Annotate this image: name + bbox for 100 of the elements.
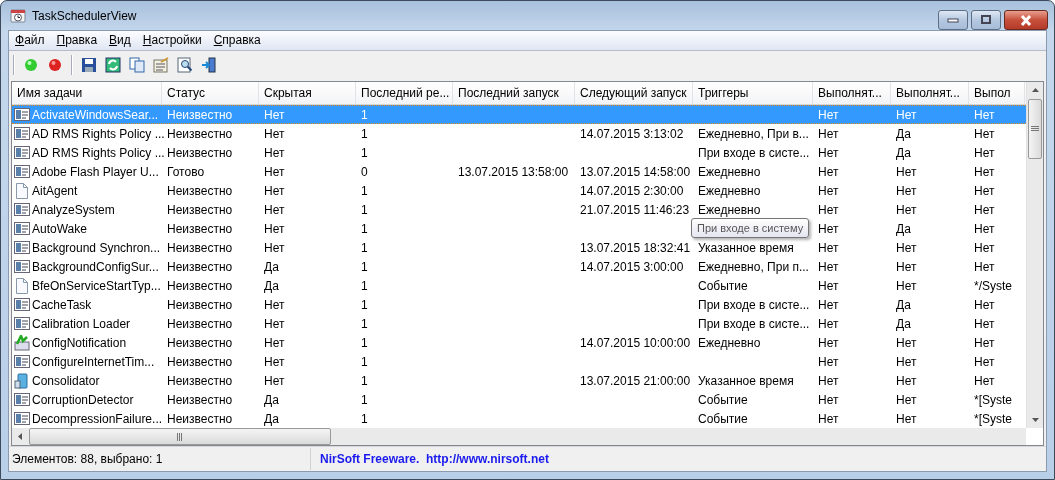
table-cell: Нет <box>896 202 917 217</box>
table-cell: Нет <box>818 145 839 160</box>
table-cell: Нет <box>974 354 995 369</box>
table-cell: 14.07.2015 3:13:02 <box>580 126 684 141</box>
window-icon <box>14 239 30 256</box>
table-cell: Неизвестно <box>167 373 233 388</box>
minimize-button[interactable] <box>938 10 968 30</box>
table-cell: Нет <box>896 164 917 179</box>
table-cell: BfeOnServiceStartTyp... <box>32 278 161 293</box>
table-cell: 1 <box>361 335 368 350</box>
table-cell: Нет <box>818 126 839 141</box>
table-cell: Событие <box>698 411 748 426</box>
website-link[interactable]: NirSoft Freeware. http://www.nirsoft.net <box>311 452 549 466</box>
column-header[interactable]: Скрытая <box>259 82 356 104</box>
maximize-button[interactable] <box>971 10 1001 30</box>
start-icon[interactable] <box>23 57 39 73</box>
column-header[interactable]: Выполнят... <box>813 82 891 104</box>
menu-item[interactable]: Справка <box>207 32 267 49</box>
table-cell: Нет <box>896 107 917 122</box>
table-cell: Нет <box>264 164 285 179</box>
refresh-icon[interactable] <box>105 57 121 73</box>
table-cell: Да <box>896 145 911 160</box>
table-cell: Неизвестно <box>167 259 233 274</box>
clock-icon <box>10 7 26 24</box>
stop-icon[interactable] <box>47 57 63 73</box>
menu-item[interactable]: Правка <box>50 32 104 49</box>
menu-item[interactable]: Файл <box>9 32 51 49</box>
table-cell: Нет <box>818 107 839 122</box>
table-cell: AutoWake <box>32 221 87 236</box>
table-cell: *[Syste <box>974 411 1012 426</box>
table-cell: CacheTask <box>32 297 92 312</box>
table-cell: Да <box>896 221 911 236</box>
table-cell: Нет <box>974 221 995 236</box>
column-header[interactable]: Статус <box>162 82 259 104</box>
table-cell: Нет <box>974 240 995 255</box>
table-cell: Нет <box>264 107 285 122</box>
column-header[interactable]: Выполнят... <box>891 82 969 104</box>
table-cell: 1 <box>361 392 368 407</box>
table-cell: Нет <box>896 259 917 274</box>
column-header[interactable]: Следующий запуск <box>575 82 693 104</box>
table-cell: Неизвестно <box>167 316 233 331</box>
find-icon[interactable] <box>177 57 193 73</box>
table-cell: Нет <box>896 373 917 388</box>
save-icon[interactable] <box>81 57 97 73</box>
horizontal-scrollbar[interactable] <box>12 428 1026 445</box>
table-cell: 21.07.2015 11:46:23 <box>580 202 690 217</box>
maximize-icon <box>980 15 992 25</box>
close-icon <box>1019 14 1033 26</box>
copy-icon[interactable] <box>129 57 145 73</box>
table-cell: Нет <box>818 202 839 217</box>
exit-icon[interactable] <box>201 57 217 73</box>
vertical-scrollbar[interactable] <box>1026 82 1043 428</box>
table-cell: AD RMS Rights Policy ... <box>32 126 165 141</box>
column-header[interactable]: Выпол <box>969 82 1025 104</box>
close-button[interactable] <box>1004 10 1048 30</box>
table-cell: Да <box>264 278 279 293</box>
table-cell: Нет <box>264 202 285 217</box>
window-icon <box>14 410 30 427</box>
table-cell: AD RMS Rights Policy ... <box>32 145 165 160</box>
table-cell: Нет <box>818 278 839 293</box>
table-cell: 1 <box>361 183 368 198</box>
table-cell: Нет <box>818 335 839 350</box>
table-cell: 1 <box>361 278 368 293</box>
window-icon <box>14 258 30 275</box>
table-cell: Ежедневно, При п... <box>698 259 809 274</box>
table-cell: CorruptionDetector <box>32 392 134 407</box>
table-cell: 14.07.2015 3:00:00 <box>580 259 684 274</box>
window-icon <box>14 144 30 161</box>
table-cell: Нет <box>818 221 839 236</box>
table-cell: 1 <box>361 126 368 141</box>
column-header[interactable]: Имя задачи <box>12 82 162 104</box>
table-cell: Нет <box>264 297 285 312</box>
table-cell: Неизвестно <box>167 183 233 198</box>
table-cell: Calibration Loader <box>32 316 131 331</box>
table-cell: Нет <box>974 297 995 312</box>
table-cell: Нет <box>264 335 285 350</box>
table-cell: Adobe Flash Player U... <box>32 164 159 179</box>
minimize-icon <box>947 17 959 23</box>
table-cell: Нет <box>264 183 285 198</box>
table-cell: Нет <box>818 316 839 331</box>
table-cell: Нет <box>818 297 839 312</box>
table-cell: Неизвестно <box>167 221 233 236</box>
column-header[interactable]: Последний запуск <box>453 82 575 104</box>
window-icon <box>14 391 30 408</box>
table-cell: Нет <box>818 392 839 407</box>
window-icon <box>14 125 30 142</box>
table-cell: 1 <box>361 240 368 255</box>
menu-item[interactable]: Настройки <box>136 32 208 49</box>
table-cell: Ежедневно <box>698 335 761 350</box>
chart-icon <box>14 334 30 351</box>
table-cell: 1 <box>361 259 368 274</box>
table-cell: При входе в систе... <box>698 297 810 312</box>
column-header[interactable]: Триггеры <box>693 82 813 104</box>
table-cell: 1 <box>361 411 368 426</box>
table-cell: Да <box>264 411 279 426</box>
table-cell: Нет <box>896 392 917 407</box>
table-cell: *[Syste <box>974 392 1012 407</box>
table-cell: 13.07.2015 21:00:00 <box>580 373 691 388</box>
column-header[interactable]: Последний ре... <box>356 82 453 104</box>
menu-item[interactable]: Вид <box>103 32 137 49</box>
